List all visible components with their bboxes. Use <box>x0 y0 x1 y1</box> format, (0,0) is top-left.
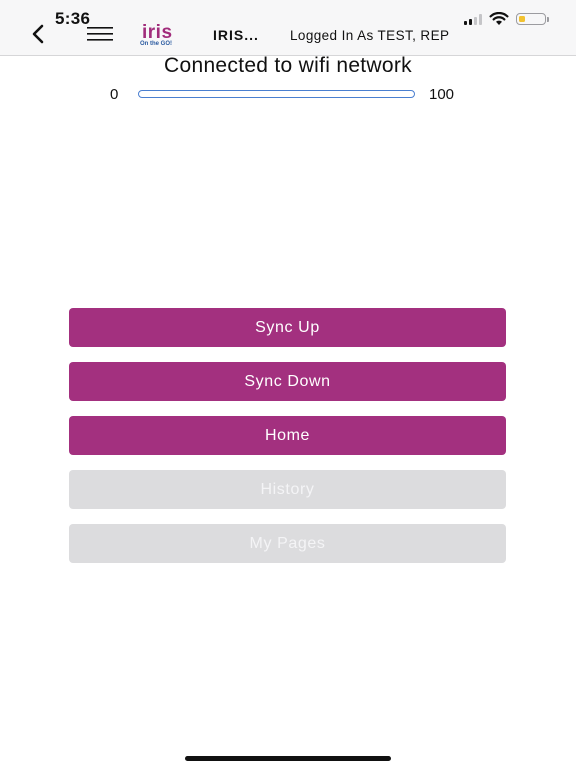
top-bar: 5:36 iris On the GO! IRIS... Logged In A… <box>0 0 576 56</box>
logged-in-user: Logged In As TEST, REP <box>290 28 450 43</box>
logo-word: iris <box>142 22 173 43</box>
iris-logo: iris On the GO! <box>138 23 188 51</box>
battery-icon <box>516 13 549 25</box>
sync-up-button[interactable]: Sync Up <box>69 308 506 347</box>
battery-level <box>518 15 525 22</box>
progress-max-label: 100 <box>429 86 455 103</box>
home-indicator[interactable] <box>185 756 391 761</box>
app-name: IRIS... <box>213 27 259 43</box>
sync-down-button[interactable]: Sync Down <box>69 362 506 401</box>
cellular-signal-icon <box>464 13 482 25</box>
logo-tagline: On the GO! <box>140 41 172 47</box>
chevron-left-icon[interactable] <box>28 22 48 46</box>
my-pages-button: My Pages <box>69 524 506 563</box>
status-icons <box>464 12 549 26</box>
wifi-icon <box>489 12 509 25</box>
status-time: 5:36 <box>55 9 91 28</box>
sync-progress-bar <box>138 90 415 98</box>
home-button[interactable]: Home <box>69 416 506 455</box>
progress-min-label: 0 <box>110 86 119 103</box>
hamburger-menu-icon[interactable] <box>87 27 113 41</box>
screen: 5:36 iris On the GO! IRIS... Logged In A… <box>0 0 576 768</box>
connection-status: Connected to wifi network <box>164 54 412 77</box>
history-button: History <box>69 470 506 509</box>
